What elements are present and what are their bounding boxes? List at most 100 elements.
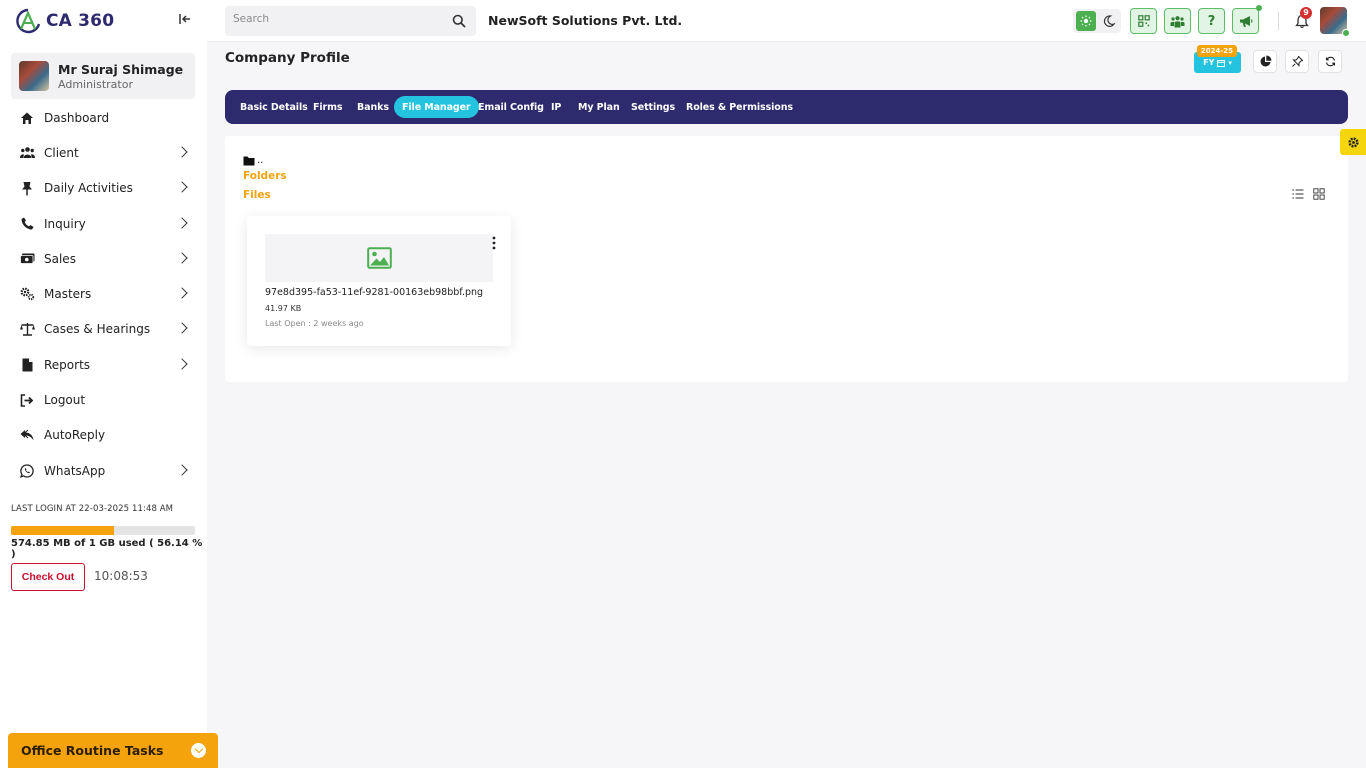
chart-button[interactable] (1253, 50, 1277, 73)
chevron-right-icon (176, 216, 188, 229)
fy-label: FY (1203, 58, 1215, 67)
reply-icon (19, 427, 35, 443)
parent-folder-link[interactable]: .. (257, 155, 263, 166)
status-dot (1256, 5, 1262, 11)
megaphone-icon (1239, 15, 1252, 27)
storage-progress-fill (11, 526, 115, 535)
page-title: Company Profile (225, 50, 350, 66)
pin-page-button[interactable] (1285, 50, 1309, 73)
sidebar-item-label: Client (44, 145, 79, 160)
sidebar-item-dashboard[interactable]: Dashboard (0, 100, 207, 135)
user-card[interactable]: Mr Suraj Shimage Administrator (11, 53, 195, 99)
notification-count-badge: 9 (1300, 7, 1312, 19)
sidebar-item-label: Inquiry (44, 216, 86, 231)
refresh-button[interactable] (1318, 50, 1342, 73)
chevron-down-icon[interactable] (191, 743, 206, 758)
sidebar: CA 360 Mr Suraj Shimage Administrator Da… (0, 0, 207, 768)
sidebar-menu: Dashboard Client Daily Activities Inquir… (0, 100, 207, 488)
check-out-button[interactable]: Check Out (11, 563, 85, 591)
sidebar-item-cases-hearings[interactable]: Cases & Hearings (0, 312, 207, 347)
sidebar-item-reports[interactable]: Reports (0, 347, 207, 382)
header-avatar[interactable] (1320, 7, 1350, 37)
sidebar-item-sales[interactable]: Sales (0, 241, 207, 276)
file-name: 97e8d395-fa53-11ef-9281-00163eb98bbf.png (265, 287, 484, 298)
theme-toggle[interactable] (1073, 9, 1121, 33)
logo-mark-icon (16, 8, 41, 34)
more-vertical-icon[interactable] (491, 236, 497, 250)
sidebar-item-label: Cases & Hearings (44, 322, 151, 337)
gears-icon (19, 286, 35, 302)
logo-text: CA 360 (46, 11, 115, 31)
tab-firms[interactable]: Firms (305, 96, 351, 118)
grid-view-icon[interactable] (1313, 188, 1325, 200)
sidebar-item-label: Logout (44, 393, 86, 408)
header-divider (1278, 12, 1279, 30)
announcements-button[interactable] (1232, 5, 1262, 34)
sidebar-item-label: Dashboard (44, 110, 110, 125)
storage-progress-bar (11, 526, 195, 535)
moon-icon[interactable] (1101, 13, 1117, 29)
list-view-icon[interactable] (1292, 188, 1304, 200)
sidebar-item-label: Daily Activities (44, 181, 133, 196)
office-routine-tasks-panel[interactable]: Office Routine Tasks (8, 733, 218, 768)
pin-icon (1291, 56, 1303, 67)
tab-file-manager[interactable]: File Manager (394, 96, 479, 118)
tab-roles-permissions[interactable]: Roles & Permissions (678, 96, 801, 118)
company-profile-tabs: Basic Details Firms Banks File Manager E… (225, 90, 1348, 124)
online-status-dot (1342, 29, 1350, 37)
app-logo[interactable]: CA 360 (14, 8, 114, 34)
sidebar-item-label: Reports (44, 357, 91, 372)
logout-icon (19, 392, 35, 408)
chevron-right-icon (176, 358, 188, 370)
sidebar-item-client[interactable]: Client (0, 135, 207, 170)
pin-icon (19, 180, 35, 196)
customizer-settings-button[interactable] (1340, 129, 1366, 155)
sidebar-item-label: Sales (44, 251, 76, 266)
calendar-icon (1217, 59, 1226, 67)
sidebar-item-masters[interactable]: Masters (0, 276, 207, 311)
search-icon[interactable] (452, 14, 466, 28)
session-clock: 10:08:53 (94, 569, 148, 583)
folders-heading: Folders (243, 170, 287, 182)
last-login-text: LAST LOGIN AT 22-03-2025 11:48 AM (11, 504, 174, 514)
whatsapp-icon (19, 463, 35, 479)
qr-code-button[interactable] (1130, 8, 1157, 34)
sidebar-item-inquiry[interactable]: Inquiry (0, 206, 207, 241)
sidebar-item-label: AutoReply (44, 428, 106, 443)
phone-icon (19, 216, 35, 232)
sidebar-item-logout[interactable]: Logout (0, 382, 207, 417)
tab-my-plan[interactable]: My Plan (570, 96, 628, 118)
avatar (19, 61, 49, 91)
sidebar-item-label: WhatsApp (44, 463, 106, 478)
company-name: NewSoft Solutions Pvt. Ltd. (488, 13, 683, 28)
file-last-open: Last Open : 2 weeks ago (265, 319, 364, 328)
tab-basic-details[interactable]: Basic Details (232, 96, 316, 118)
office-routine-tasks-label: Office Routine Tasks (21, 743, 164, 758)
chevron-right-icon (176, 252, 188, 264)
breadcrumb[interactable]: .. (243, 155, 263, 166)
sidebar-item-whatsapp[interactable]: WhatsApp (0, 453, 207, 488)
fy-year-badge: 2024-25 (1197, 45, 1237, 57)
notifications-button[interactable]: 9 (1290, 7, 1314, 33)
sidebar-item-autoreply[interactable]: AutoReply (0, 418, 207, 453)
tab-settings[interactable]: Settings (623, 96, 683, 118)
folder-icon (243, 156, 255, 165)
user-name: Mr Suraj Shimage (58, 61, 184, 77)
qr-code-icon (1137, 15, 1150, 27)
team-button[interactable] (1164, 8, 1191, 34)
file-icon (19, 357, 35, 373)
file-thumbnail[interactable] (265, 234, 493, 282)
chevron-right-icon (176, 463, 188, 476)
help-button[interactable]: ? (1198, 8, 1225, 34)
tab-banks[interactable]: Banks (349, 96, 397, 118)
search-input[interactable] (233, 13, 433, 25)
sidebar-item-daily-activities[interactable]: Daily Activities (0, 171, 207, 206)
tab-email-config[interactable]: Email Config (470, 96, 552, 118)
search-box (225, 6, 476, 36)
gear-icon (1347, 136, 1359, 148)
files-heading: Files (243, 189, 271, 201)
collapse-sidebar-icon[interactable] (178, 12, 194, 28)
file-card[interactable]: 97e8d395-fa53-11ef-9281-00163eb98bbf.png… (247, 216, 511, 346)
sun-icon[interactable] (1076, 11, 1096, 31)
tab-ip[interactable]: IP (543, 96, 569, 118)
